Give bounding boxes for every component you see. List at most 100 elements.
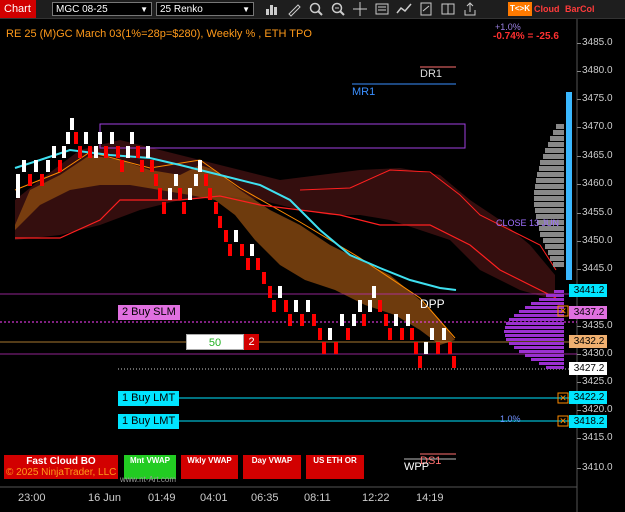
renko-brick-down — [74, 132, 78, 144]
price-range-bar — [566, 92, 572, 280]
profile-bar — [504, 330, 564, 333]
wkly-vwap-button[interactable]: Wkly VWAP — [181, 455, 238, 479]
price-tick-label: 3430.0 — [582, 348, 613, 359]
buy-lmt-order-2[interactable]: 1 Buy LMT — [118, 414, 180, 429]
price-tag: 3427.2 — [569, 362, 607, 375]
renko-brick-down — [362, 314, 366, 326]
price-tick — [577, 410, 581, 411]
renko-brick-down — [410, 328, 414, 340]
renko-brick-down — [28, 174, 32, 186]
buy-lmt-order-1[interactable]: 1 Buy LMT — [118, 391, 180, 406]
renko-brick-up — [16, 174, 20, 186]
close-13-label: CLOSE 13 JUN — [496, 218, 560, 228]
renko-brick-up — [66, 132, 70, 144]
button-label: US ETH OR — [313, 456, 357, 465]
profile-bar — [539, 362, 564, 365]
renko-brick-down — [136, 146, 140, 158]
profile-bar — [519, 310, 564, 313]
renko-brick-up — [52, 146, 56, 158]
profile-bar — [531, 358, 564, 361]
price-tick — [577, 213, 581, 214]
renko-brick-up — [250, 244, 254, 256]
renko-brick-down — [218, 216, 222, 228]
renko-brick-up — [198, 160, 202, 172]
quantity-badge[interactable]: 2 — [244, 334, 259, 350]
renko-brick-down — [414, 342, 418, 354]
button-label: Wkly VWAP — [187, 456, 232, 465]
price-tick-label: 3470.0 — [582, 121, 613, 132]
day-vwap-button[interactable]: Day VWAP — [243, 455, 301, 479]
renko-brick-up — [98, 132, 102, 144]
quantity-field[interactable]: 50 — [186, 334, 244, 350]
button-label: Day VWAP — [251, 456, 293, 465]
profile-bar — [546, 366, 564, 369]
renko-brick-down — [262, 272, 266, 284]
close-icon[interactable]: ✕ — [559, 416, 567, 426]
renko-brick-down — [418, 356, 422, 368]
time-tick-label: 16 Jun — [88, 492, 122, 504]
time-tick-label: 01:49 — [148, 492, 176, 504]
renko-brick-up — [442, 328, 446, 340]
renko-brick-down — [58, 160, 62, 172]
renko-brick-up — [358, 300, 362, 312]
price-tick-label: 3480.0 — [582, 65, 613, 76]
renko-brick-up — [188, 188, 192, 200]
price-tick — [577, 99, 581, 100]
profile-bar — [545, 244, 564, 249]
profile-bar — [548, 250, 564, 255]
renko-brick-up — [294, 300, 298, 312]
renko-brick-up — [16, 186, 20, 198]
price-tick-label: 3425.0 — [582, 376, 613, 387]
renko-brick-down — [78, 146, 82, 158]
profile-bar — [534, 190, 564, 195]
renko-brick-up — [62, 146, 66, 158]
time-tick-label: 12:22 — [362, 492, 390, 504]
renko-brick-up — [168, 188, 172, 200]
price-tick — [577, 354, 581, 355]
price-tick-label: 3485.0 — [582, 37, 613, 48]
renko-brick-up — [130, 132, 134, 144]
one-pct-label: 1.0% — [500, 414, 521, 424]
price-tick — [577, 438, 581, 439]
profile-bar — [540, 232, 564, 237]
renko-brick-down — [88, 146, 92, 158]
price-tick-label: 3420.0 — [582, 404, 613, 415]
renko-brick-up — [46, 160, 50, 172]
renko-brick-up — [84, 132, 88, 144]
price-tick-label: 3475.0 — [582, 93, 613, 104]
close-icon[interactable]: ✕ — [559, 393, 567, 403]
time-tick-label: 14:19 — [416, 492, 444, 504]
renko-brick-down — [436, 342, 440, 354]
renko-brick-up — [430, 328, 434, 340]
renko-brick-up — [70, 118, 74, 130]
price-tick-label: 3415.0 — [582, 432, 613, 443]
mr1-label: MR1 — [352, 86, 376, 98]
renko-brick-up — [424, 342, 428, 354]
price-tick — [577, 43, 581, 44]
price-tick — [577, 468, 581, 469]
renko-brick-up — [306, 300, 310, 312]
renko-brick-down — [40, 174, 44, 186]
renko-brick-down — [268, 286, 272, 298]
buy-slm-order[interactable]: 2 Buy SLM — [118, 305, 180, 320]
renko-brick-up — [34, 160, 38, 172]
renko-brick-down — [116, 146, 120, 158]
renko-brick-down — [334, 342, 338, 354]
price-chart[interactable]: ✕ ✕ ✕ — [0, 0, 625, 512]
renko-brick-down — [388, 328, 392, 340]
renko-brick-up — [406, 314, 410, 326]
profile-bar — [537, 172, 564, 177]
renko-brick-down — [452, 356, 456, 368]
profile-bar — [539, 166, 564, 171]
renko-brick-up — [340, 314, 344, 326]
renko-brick-up — [174, 174, 178, 186]
renko-brick-down — [448, 342, 452, 354]
close-icon[interactable]: ✕ — [559, 306, 567, 316]
renko-brick-down — [346, 328, 350, 340]
renko-brick-down — [208, 188, 212, 200]
renko-brick-down — [246, 258, 250, 270]
profile-bar — [535, 208, 564, 213]
renko-brick-down — [256, 258, 260, 270]
renko-brick-down — [318, 328, 322, 340]
us-eth-or-button[interactable]: US ETH OR — [306, 455, 364, 479]
